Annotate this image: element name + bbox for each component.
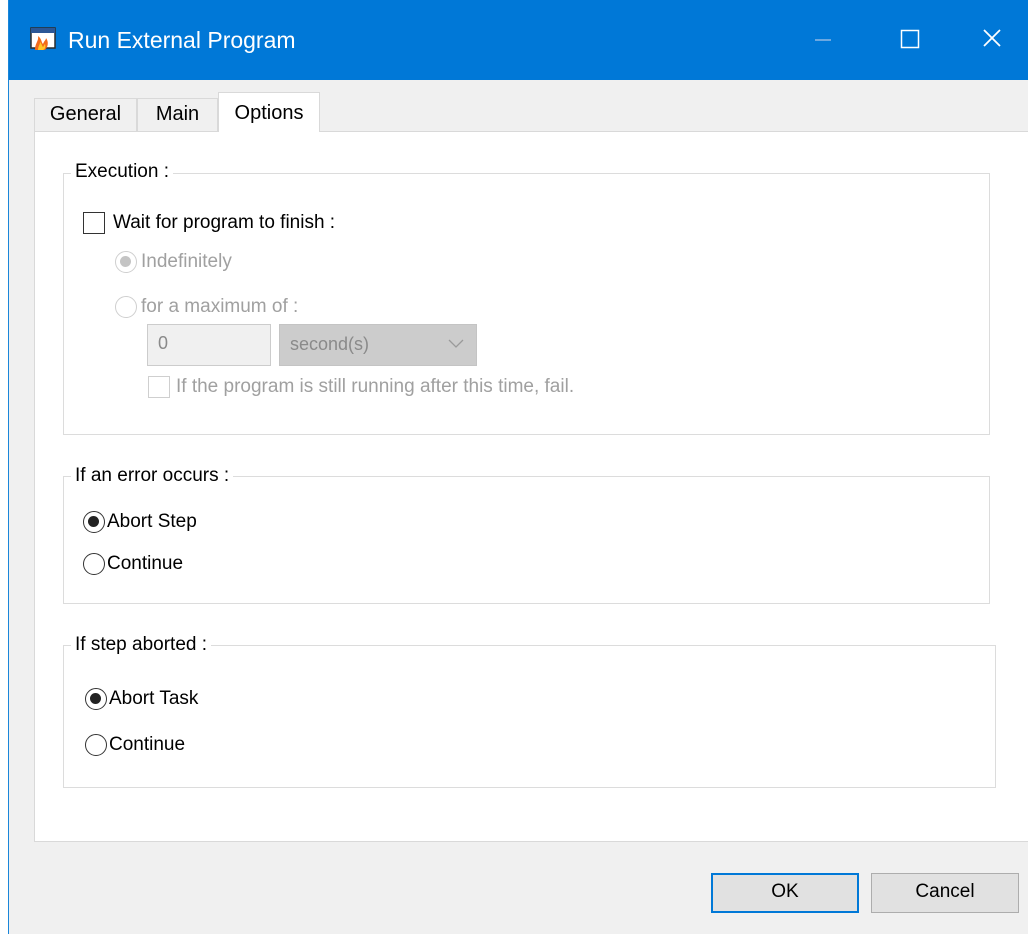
fail-after-timeout-label: If the program is still running after th…	[176, 376, 575, 397]
maximum-label: for a maximum of :	[141, 296, 299, 317]
chevron-down-icon	[448, 339, 464, 348]
aborted-group	[63, 645, 996, 788]
aborted-continue-label: Continue	[109, 734, 186, 755]
window-title: Run External Program	[68, 27, 296, 53]
dialog-window: Run External Program General Main Option…	[8, 0, 1028, 934]
indefinitely-label: Indefinitely	[141, 251, 232, 272]
execution-group-label: Execution :	[71, 160, 173, 184]
maximum-radio[interactable]	[115, 296, 137, 318]
error-abort-step-label: Abort Step	[107, 511, 197, 532]
close-button[interactable]	[939, 0, 1028, 80]
fail-after-timeout-checkbox[interactable]	[148, 376, 170, 398]
tab-general[interactable]: General	[34, 98, 137, 131]
app-window-icon	[29, 26, 57, 52]
tab-options[interactable]: Options	[218, 92, 320, 132]
maximize-icon	[900, 29, 920, 49]
cancel-button[interactable]: Cancel	[871, 873, 1019, 913]
title-bar[interactable]: Run External Program	[9, 0, 1028, 80]
aborted-abort-task-label: Abort Task	[109, 688, 199, 709]
max-duration-input[interactable]: 0	[147, 324, 271, 366]
duration-unit-value: second(s)	[290, 334, 370, 354]
error-group-label: If an error occurs :	[71, 464, 234, 488]
close-icon	[983, 29, 1001, 47]
error-continue-radio[interactable]	[83, 553, 105, 575]
tab-main[interactable]: Main	[137, 98, 218, 131]
indefinitely-radio[interactable]	[115, 251, 137, 273]
maximize-button[interactable]	[859, 0, 951, 80]
ok-button[interactable]: OK	[711, 873, 859, 913]
aborted-group-label: If step aborted :	[71, 633, 212, 657]
wait-for-finish-label: Wait for program to finish :	[113, 212, 336, 233]
error-group	[63, 476, 990, 604]
aborted-continue-radio[interactable]	[85, 734, 107, 756]
aborted-abort-task-radio[interactable]	[85, 688, 107, 710]
duration-unit-select[interactable]: second(s)	[279, 324, 477, 366]
error-abort-step-radio[interactable]	[83, 511, 105, 533]
error-continue-label: Continue	[107, 553, 184, 574]
wait-for-finish-checkbox[interactable]	[83, 212, 105, 234]
